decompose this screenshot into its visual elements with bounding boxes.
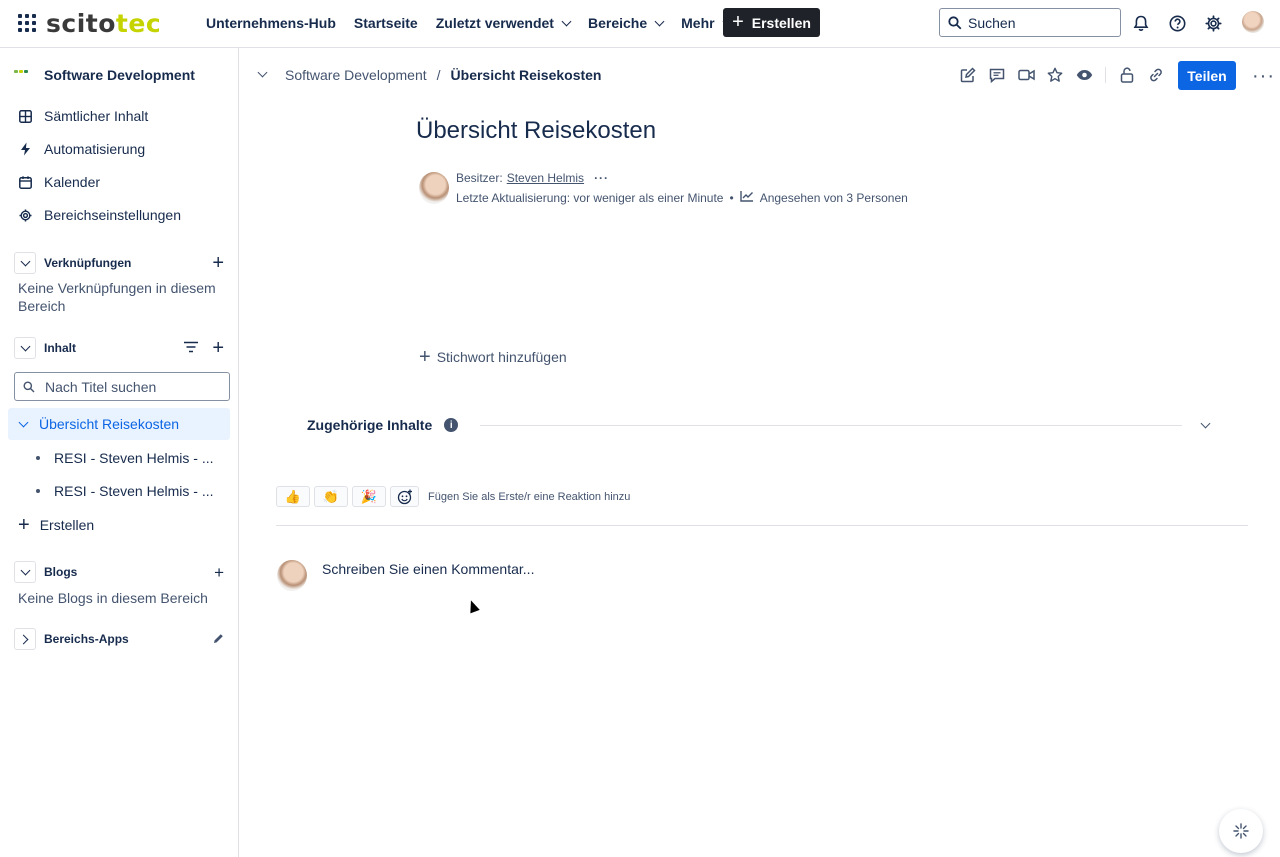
reactions-bar: 👍 👏 🎉 Fügen Sie als Erste/r eine Reaktio… xyxy=(276,486,630,507)
reaction-prompt: Fügen Sie als Erste/r eine Reaktion hinz… xyxy=(428,490,631,503)
tree-item-child[interactable]: RESI - Steven Helmis - ... xyxy=(36,450,213,466)
comment-icon[interactable] xyxy=(988,66,1006,84)
section-blogs: Blogs + xyxy=(14,560,228,584)
edit-icon[interactable] xyxy=(959,66,977,84)
app-switcher-icon[interactable] xyxy=(18,14,36,32)
clap-reaction-icon[interactable]: 👏 xyxy=(314,486,348,507)
info-icon[interactable]: i xyxy=(444,418,459,432)
chevron-down-icon xyxy=(654,16,665,26)
page-title: Übersicht Reisekosten xyxy=(416,117,657,144)
notifications-bell-icon[interactable] xyxy=(1131,13,1151,33)
owner-avatar[interactable] xyxy=(419,172,449,204)
edit-pencil-icon[interactable] xyxy=(213,631,224,647)
chevron-down-icon xyxy=(18,417,29,427)
gear-icon xyxy=(18,208,32,222)
owner-more-icon[interactable]: ··· xyxy=(594,171,609,185)
nav-zuletzt-verwendet[interactable]: Zuletzt verwendet xyxy=(436,15,572,31)
section-toggle-button[interactable] xyxy=(14,337,36,359)
video-icon[interactable] xyxy=(1017,66,1035,84)
sidebar-item-automation[interactable]: Automatisierung xyxy=(18,141,145,157)
primary-nav: Unternehmens-Hub Startseite Zuletzt verw… xyxy=(206,0,749,46)
page-owner-line: Besitzer: Steven Helmis ··· xyxy=(456,171,610,185)
share-button[interactable]: Teilen xyxy=(1178,61,1236,90)
page-meta-line: Letzte Aktualisierung: vor weniger als e… xyxy=(456,190,908,205)
tree-item-selected[interactable]: Übersicht Reisekosten xyxy=(8,408,230,440)
expand-chevron-icon[interactable] xyxy=(1200,418,1211,428)
space-logo-icon xyxy=(14,70,32,80)
watch-eye-icon[interactable] xyxy=(1075,66,1093,84)
top-navigation-bar: scitotec Unternehmens-Hub Startseite Zul… xyxy=(0,0,1280,48)
global-search-input[interactable]: Suchen xyxy=(939,8,1121,37)
collapse-chevron-icon[interactable] xyxy=(257,67,268,78)
sidebar-item-all-content[interactable]: Sämtlicher Inhalt xyxy=(18,108,148,124)
nav-startseite[interactable]: Startseite xyxy=(354,15,418,31)
page-header-bar: Software Development / Übersicht Reiseko… xyxy=(240,48,1280,102)
bullet-icon xyxy=(36,489,40,493)
chevron-down-icon xyxy=(20,565,30,575)
space-header[interactable]: Software Development xyxy=(14,62,234,88)
section-toggle-button[interactable] xyxy=(14,252,36,274)
search-icon xyxy=(948,15,962,29)
add-shortcut-plus-icon[interactable]: + xyxy=(212,253,224,273)
chevron-down-icon xyxy=(561,16,572,26)
shortcuts-empty-text: Keine Verknüpfungen in diesem Bereich xyxy=(18,280,216,314)
more-actions-icon[interactable]: ··· xyxy=(1252,66,1275,86)
restrictions-lock-icon[interactable] xyxy=(1118,66,1136,84)
tree-item-child[interactable]: RESI - Steven Helmis - ... xyxy=(36,483,213,499)
company-logo[interactable]: scitotec xyxy=(46,8,161,38)
create-button[interactable]: + Erstellen xyxy=(723,8,820,37)
copy-link-icon[interactable] xyxy=(1147,66,1165,84)
section-toggle-button[interactable] xyxy=(14,561,36,583)
help-icon[interactable] xyxy=(1167,13,1187,33)
section-shortcuts: Verknüpfungen + xyxy=(14,251,228,275)
sidebar-create-button[interactable]: + Erstellen xyxy=(18,515,94,535)
chevron-right-icon xyxy=(18,634,29,644)
lightning-icon xyxy=(18,142,32,156)
space-sidebar: Software Development Sämtlicher Inhalt A… xyxy=(0,48,239,857)
title-filter-input[interactable]: Nach Titel suchen xyxy=(14,372,230,401)
breadcrumb: Software Development / Übersicht Reiseko… xyxy=(285,67,602,83)
nav-unternehmens-hub[interactable]: Unternehmens-Hub xyxy=(206,15,336,31)
add-blog-plus-icon[interactable]: + xyxy=(214,564,224,581)
help-sparkle-icon[interactable] xyxy=(1219,809,1263,853)
section-toggle-button[interactable] xyxy=(14,628,36,650)
chevron-down-icon xyxy=(20,256,30,266)
mouse-cursor-icon xyxy=(466,598,480,614)
bullet-icon xyxy=(36,456,40,460)
add-label-button[interactable]: + Stichwort hinzufügen xyxy=(419,347,567,367)
related-divider xyxy=(480,424,1182,426)
chevron-down-icon xyxy=(20,341,30,351)
comment-input[interactable]: Schreiben Sie einen Kommentar... xyxy=(322,561,534,577)
nav-bereiche[interactable]: Bereiche xyxy=(588,15,665,31)
plus-icon: + xyxy=(732,10,744,33)
settings-gear-icon[interactable] xyxy=(1203,13,1223,33)
viewed-by-link[interactable]: Angesehen von 3 Personen xyxy=(760,191,908,205)
commenter-avatar xyxy=(277,560,307,591)
star-icon[interactable] xyxy=(1046,66,1064,84)
plus-icon: + xyxy=(18,514,30,536)
sidebar-item-calendar[interactable]: Kalender xyxy=(18,174,100,190)
search-icon xyxy=(23,381,35,392)
related-content-section: Zugehörige Inhalte i xyxy=(307,415,1213,435)
party-reaction-icon[interactable]: 🎉 xyxy=(352,486,386,507)
blogs-empty-text: Keine Blogs in diesem Bereich xyxy=(18,590,208,606)
add-content-plus-icon[interactable]: + xyxy=(212,338,224,358)
add-reaction-smiley-icon[interactable] xyxy=(390,486,419,507)
section-content: Inhalt + xyxy=(14,336,228,360)
toolbar-divider xyxy=(1105,67,1106,83)
breadcrumb-space-link[interactable]: Software Development xyxy=(285,67,427,83)
plus-icon: + xyxy=(419,346,431,368)
grid-icon xyxy=(18,109,32,123)
filter-icon[interactable] xyxy=(184,340,199,356)
comments-divider xyxy=(276,525,1248,526)
owner-link[interactable]: Steven Helmis xyxy=(507,171,584,185)
analytics-chart-icon[interactable] xyxy=(739,190,754,205)
breadcrumb-current[interactable]: Übersicht Reisekosten xyxy=(451,67,602,83)
user-avatar[interactable] xyxy=(1242,11,1264,33)
thumbs-up-reaction-icon[interactable]: 👍 xyxy=(276,486,310,507)
calendar-icon xyxy=(18,175,32,189)
space-title: Software Development xyxy=(44,67,195,83)
sidebar-item-space-settings[interactable]: Bereichseinstellungen xyxy=(18,207,181,223)
section-space-apps: Bereichs-Apps xyxy=(14,627,228,651)
